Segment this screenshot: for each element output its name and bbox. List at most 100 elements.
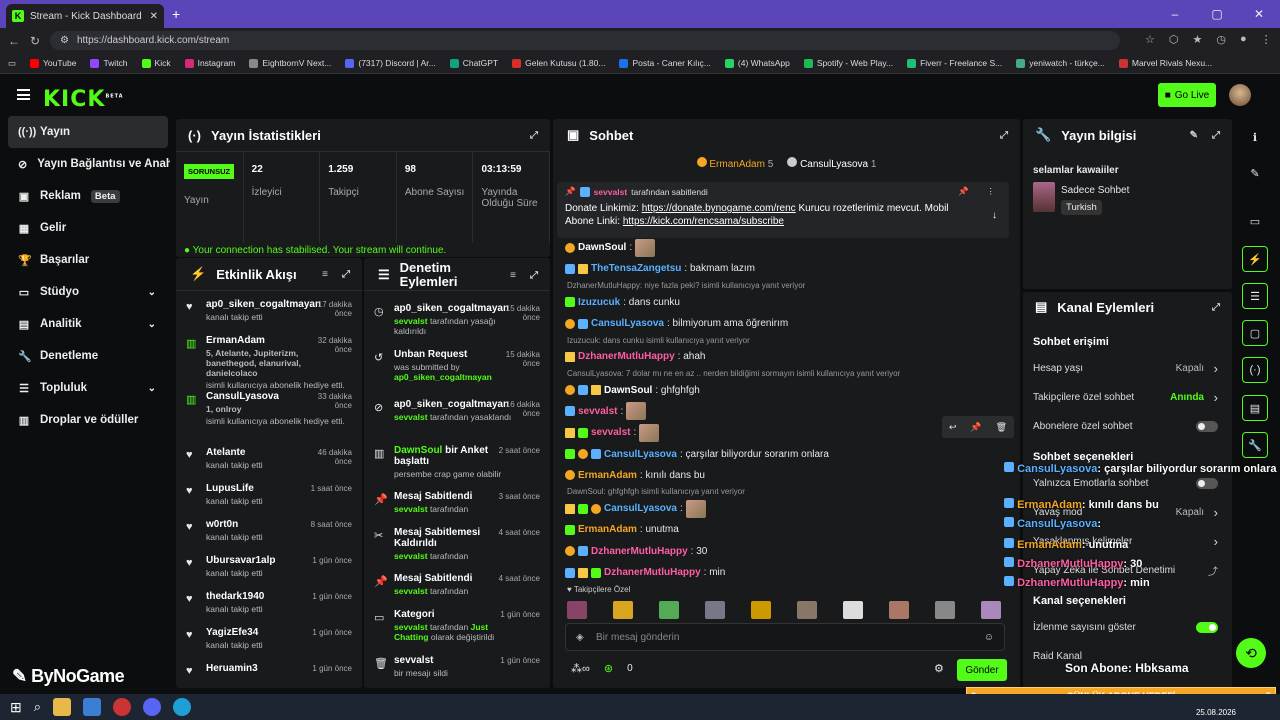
sidebar-item-ad[interactable]: ▣ Reklam Beta [0, 180, 170, 212]
action-user[interactable]: ap0_siken_cogaltmayan [394, 372, 524, 382]
bookmark-item[interactable]: Twitch [90, 58, 128, 68]
edit-icon[interactable]: ✎ [1190, 130, 1198, 141]
bookmark-item[interactable]: (7317) Discord | Ar... [345, 58, 436, 68]
sidebar-item-trophy[interactable]: 🏆 Başarılar [0, 244, 170, 276]
kick-logo[interactable]: KICKBETA [43, 87, 124, 112]
popout-icon[interactable]: ⤢ [1212, 130, 1220, 141]
tag-chip[interactable]: Turkish [1061, 200, 1102, 215]
bookmark-item[interactable]: YouTube [30, 58, 76, 68]
site-info-icon[interactable]: ⚙ [60, 35, 69, 46]
pin-message-icon[interactable]: 📌 [970, 422, 981, 433]
chat-username[interactable]: CansulLyasova [604, 449, 677, 460]
chat-username[interactable]: DawnSoul [604, 385, 652, 396]
sidebar-item-analytics[interactable]: ▤ Analitik ⌄ [0, 308, 170, 340]
sidebar-item-revenue[interactable]: ▦ Gelir [0, 212, 170, 244]
bookmark-item[interactable]: Spotify - Web Play... [803, 58, 893, 68]
maximize-icon[interactable]: ▢ [1196, 7, 1238, 21]
action-moderator[interactable]: sevvalst [394, 412, 428, 422]
chevron-down-icon[interactable]: ⌄ [148, 319, 156, 330]
filter-icon[interactable]: ≡ [510, 270, 516, 281]
top-gifter-name[interactable]: ErmanAdam [709, 159, 765, 170]
popout-icon[interactable]: ⤢ [530, 270, 538, 281]
reply-icon[interactable]: ↩ [949, 422, 957, 433]
chevron-right-icon[interactable]: › [1214, 534, 1218, 549]
browser-tab[interactable]: K Stream - Kick Dashboard ✕ [6, 4, 164, 28]
minimize-icon[interactable]: – [1154, 7, 1196, 21]
chat-username[interactable]: sevvalst [591, 427, 630, 438]
chat-input[interactable]: Bir mesaj gönderin ◈ ☺ [565, 623, 1005, 651]
apps-icon[interactable]: ▭ [8, 58, 16, 69]
toggle-switch[interactable] [1196, 421, 1218, 432]
emote-4[interactable] [705, 601, 725, 619]
chat-icon[interactable]: ▢ [1242, 320, 1268, 346]
chat-username[interactable]: CansulLyasova [604, 503, 677, 514]
emote-9[interactable] [935, 601, 955, 619]
wrench-icon[interactable]: 🔧 [1242, 432, 1268, 458]
delete-icon[interactable]: 🗑 [996, 422, 1007, 433]
sidebar-item-wrench[interactable]: 🔧 Denetleme [0, 340, 170, 372]
filter-icon[interactable]: ≡ [322, 269, 328, 280]
category-name[interactable]: Sadece Sohbet [1061, 185, 1129, 196]
chat-username[interactable]: ErmanAdam [578, 470, 637, 481]
emote-2[interactable] [613, 601, 633, 619]
hamburger-icon[interactable] [17, 89, 30, 100]
toggle-switch[interactable] [1196, 478, 1218, 489]
action-moderator[interactable]: sevvalst [394, 316, 428, 326]
star-icon[interactable]: ☆ [1145, 33, 1155, 46]
chevron-right-icon[interactable]: › [1214, 361, 1218, 376]
close-window-icon[interactable]: ✕ [1238, 7, 1280, 21]
popout-icon[interactable]: ⤢ [1212, 302, 1220, 313]
new-tab-icon[interactable]: + [172, 6, 180, 22]
menu-icon[interactable]: ⋮ [1261, 33, 1272, 46]
bookmark-item[interactable]: Fiverr - Freelance S... [907, 58, 1002, 68]
url-field[interactable]: ⚙ https://dashboard.kick.com/stream [50, 31, 1120, 50]
chevron-right-icon[interactable]: › [1214, 390, 1218, 405]
popout-icon[interactable]: ⤢ [342, 269, 350, 280]
emoji-icon[interactable]: ☺ [984, 632, 994, 643]
unpin-icon[interactable]: 📌 [958, 186, 969, 197]
bookmark-item[interactable]: Posta - Caner Kılıç... [619, 58, 711, 68]
bookmark-item[interactable]: Instagram [184, 58, 235, 68]
action-moderator[interactable]: sevvalst [394, 622, 428, 632]
setting-row-abonelere-zel-sohbet[interactable]: Abonelere özel sohbet [1023, 412, 1232, 441]
profile-icon[interactable]: ● [1240, 33, 1247, 46]
emote-10[interactable] [981, 601, 1001, 619]
toggle-switch[interactable] [1196, 622, 1218, 633]
more-icon[interactable]: ⋮ [987, 186, 996, 197]
extensions-icon[interactable]: ⬡ [1169, 33, 1179, 46]
action-moderator[interactable]: sevvalst [394, 586, 428, 596]
emote-3[interactable] [659, 601, 679, 619]
avatar[interactable] [1229, 84, 1251, 106]
pinned-link[interactable]: https://kick.com/rencsama/subscribe [623, 216, 784, 227]
setting-row-i-zlenme-say-s-n-g-ster[interactable]: İzlenme sayısını göster [1023, 613, 1232, 642]
list-icon[interactable]: ☰ [1242, 283, 1268, 309]
bookmark-item[interactable]: Marvel Rivals Nexu... [1118, 58, 1212, 68]
chat-username[interactable]: ErmanAdam [578, 524, 637, 535]
layout-icon[interactable]: ▭ [1242, 208, 1268, 234]
popout-icon[interactable]: ⤢ [530, 130, 538, 141]
actions-icon[interactable]: ▤ [1242, 395, 1268, 421]
emote-6[interactable] [797, 601, 817, 619]
infinity-icon[interactable]: ⁂∞ [571, 662, 590, 675]
expand-down-icon[interactable]: ↓ [992, 210, 997, 221]
edit-icon[interactable]: ✎ [1242, 160, 1268, 186]
emote-1[interactable] [567, 601, 587, 619]
points-icon[interactable]: ⊛ [604, 662, 613, 675]
chat-username[interactable]: CansulLyasova [591, 318, 664, 329]
bookmark-item[interactable]: ChatGPT [449, 58, 498, 68]
chat-username[interactable]: sevvalst [578, 406, 617, 417]
broadcast-icon[interactable]: (·) [1242, 357, 1268, 383]
action-user[interactable]: DawnSoul [394, 445, 442, 456]
file-explorer-icon[interactable] [53, 698, 72, 716]
chat-username[interactable]: DzhanerMutluHappy [578, 351, 675, 362]
bookmark-item[interactable]: yeniwatch - türkçe... [1016, 58, 1105, 68]
sidebar-item-studio[interactable]: ▭ Stüdyo ⌄ [0, 276, 170, 308]
emote-8[interactable] [889, 601, 909, 619]
sidebar-item-link[interactable]: ⊘ Yayın Bağlantısı ve Anahtarı [0, 148, 170, 180]
chat-username[interactable]: DawnSoul [578, 242, 626, 253]
discord-icon[interactable] [143, 698, 162, 716]
chevron-right-icon[interactable]: › [1214, 505, 1218, 520]
top-gifter-name[interactable]: CansulLyasova [800, 159, 868, 170]
back-icon[interactable]: ← [8, 34, 20, 48]
widget-icon[interactable]: ⟲ [1236, 638, 1266, 668]
